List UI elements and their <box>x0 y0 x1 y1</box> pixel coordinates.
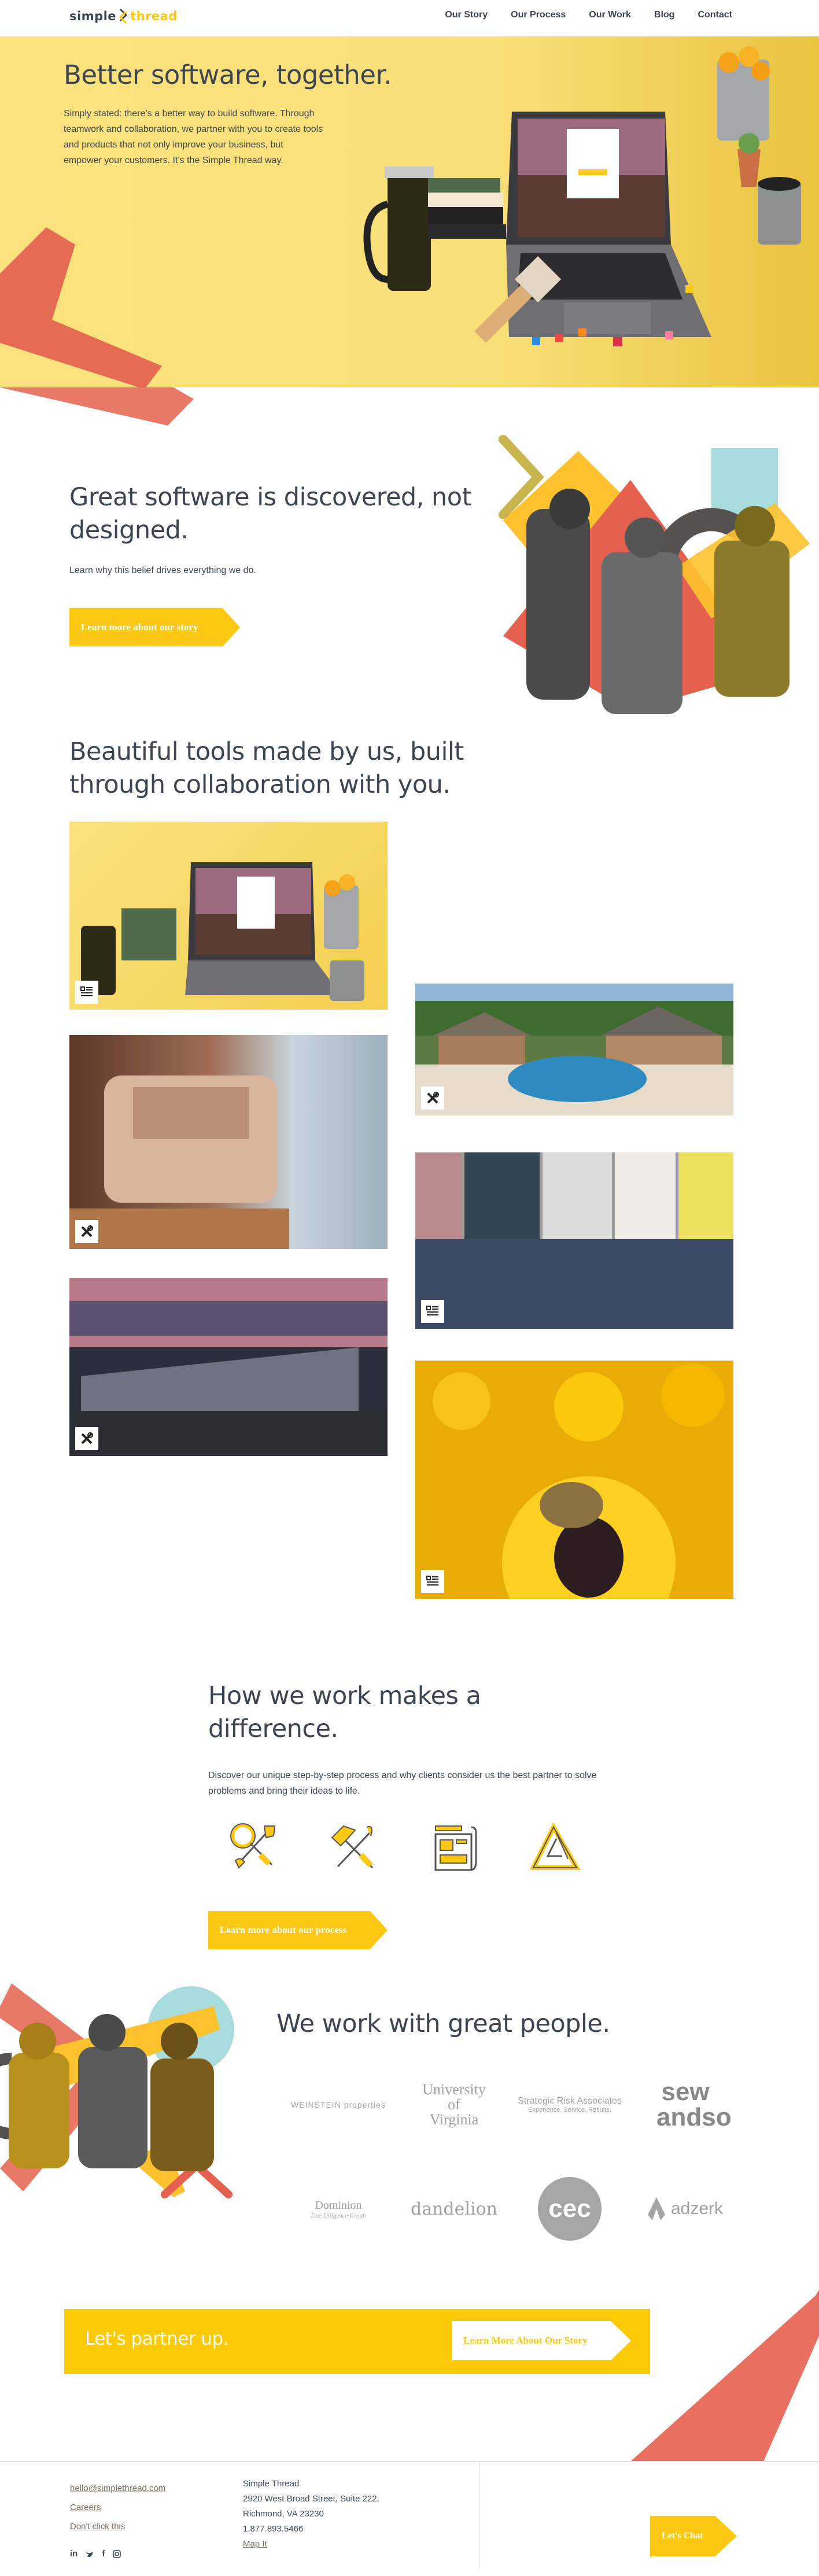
client-logo-sra: Strategic Risk Associates Experience. Se… <box>518 2096 622 2113</box>
portfolio-tile-pool[interactable] <box>415 984 733 1115</box>
instagram-icon[interactable] <box>113 2549 121 2558</box>
linkedin-icon[interactable]: in <box>70 2549 78 2559</box>
footer-company: Simple Thread <box>243 2479 300 2489</box>
portfolio-tile-bee[interactable] <box>415 1361 733 1599</box>
footer-careers-link[interactable]: Careers <box>70 2502 165 2514</box>
discover-icon <box>230 1823 276 1869</box>
footer-email-link[interactable]: hello@simplethread.com <box>70 2483 165 2494</box>
process-body: Discover our unique step-by-step process… <box>208 1771 597 1796</box>
adzerk-mark-icon <box>647 2197 665 2220</box>
footer-address: Simple Thread 2920 West Broad Street, Su… <box>243 2477 379 2552</box>
laptop-illustration <box>506 112 711 337</box>
site-logo[interactable]: simple thread <box>69 8 178 24</box>
plant-illustration <box>737 133 761 187</box>
hero-section: Better software, together. Simply stated… <box>0 36 819 387</box>
portfolio-tile-people[interactable] <box>415 1152 733 1329</box>
iterate-icon <box>530 1822 581 1870</box>
top-nav: simple thread Our Story Our Process Our … <box>0 0 819 36</box>
laptop-desk-photo <box>81 862 364 1001</box>
paymaster-machine-photo <box>69 1076 289 1249</box>
client-logo-sewandso: sew andso <box>656 2078 732 2131</box>
learn-story-button[interactable]: Learn more about our story <box>69 608 240 646</box>
main-nav: Our Story Our Process Our Work Blog Cont… <box>445 10 732 20</box>
bee-on-flower-photo <box>415 1361 733 1599</box>
people-standing-photo <box>415 1152 733 1329</box>
client-logo-weinstein: WEINSTEIN properties <box>291 2100 386 2109</box>
client-logo-dandelion: dandelion <box>411 2198 497 2219</box>
client-logo-cec: cec <box>512 2168 628 2249</box>
story-title: Great software is discovered, not design… <box>69 483 471 545</box>
article-icon <box>421 1570 444 1593</box>
social-links: in f <box>70 2549 121 2559</box>
french-press-illustration <box>363 167 434 291</box>
footer-map-link[interactable]: Map It <box>243 2539 267 2549</box>
red-slash-shape <box>630 2290 819 2462</box>
site-footer: hello@simplethread.com Careers Don't cli… <box>0 2461 819 2576</box>
footer-address-line2: Richmond, VA 23230 <box>243 2509 324 2519</box>
twitter-icon[interactable] <box>86 2550 94 2558</box>
hero-body: Simply stated: there’s a better way to b… <box>64 109 323 165</box>
footer-phone: 1.877.893.5466 <box>243 2524 304 2534</box>
tools-title: Beautiful tools made by us, built throug… <box>69 737 464 799</box>
facebook-icon[interactable]: f <box>102 2549 105 2559</box>
tools-icon <box>421 1086 444 1110</box>
red-chevron-tail <box>0 387 194 426</box>
portfolio-tile-townhouses[interactable] <box>69 1278 388 1456</box>
plan-icon <box>434 1825 477 1871</box>
team-collage-2 <box>0 1983 234 2198</box>
nav-our-story[interactable]: Our Story <box>445 10 488 20</box>
build-icon <box>331 1825 374 1869</box>
townhouses-dusk-photo <box>69 1278 388 1456</box>
client-logos: WEINSTEIN properties University of Virgi… <box>281 2064 743 2249</box>
partner-title: Let's partner up. <box>85 2329 229 2349</box>
process-icons <box>228 1821 582 1873</box>
tools-icon <box>75 1427 98 1450</box>
team-collage <box>499 435 810 714</box>
logo-thread-icon <box>119 8 128 24</box>
portfolio-tile-laptop[interactable] <box>69 822 388 1010</box>
article-icon <box>421 1300 444 1323</box>
partner-learn-button[interactable]: Learn More About Our Story <box>452 2321 631 2360</box>
lets-chat-button[interactable]: Let's Chat <box>650 2516 737 2556</box>
footer-address-line1: 2920 West Broad Street, Suite 222, <box>243 2494 379 2504</box>
process-title: How we work makes a difference. <box>208 1681 481 1743</box>
apartment-pool-photo <box>415 984 733 1115</box>
hero-photo <box>363 46 801 346</box>
mug-illustration <box>758 177 801 245</box>
story-body: Learn why this belief drives everything … <box>69 566 256 575</box>
nav-our-process[interactable]: Our Process <box>511 10 566 20</box>
footer-dont-click-link[interactable]: Don't click this <box>70 2521 165 2533</box>
portfolio-tile-paymaster[interactable] <box>69 1035 388 1249</box>
client-logo-uva: University of Virginia <box>422 2081 486 2128</box>
nav-blog[interactable]: Blog <box>654 10 675 20</box>
article-icon <box>75 981 98 1004</box>
tools-icon <box>75 1220 98 1243</box>
client-logo-adzerk: adzerk <box>628 2168 743 2249</box>
nav-contact[interactable]: Contact <box>698 10 732 20</box>
lemons-bucket-illustration <box>717 46 770 141</box>
red-chevron-shape <box>0 227 162 387</box>
nav-our-work[interactable]: Our Work <box>589 10 631 20</box>
client-logo-dominion: Dominion Due Diligence Group <box>311 2198 366 2219</box>
learn-process-button[interactable]: Learn more about our process <box>208 1911 388 1949</box>
logo-word-thread: thread <box>130 9 178 23</box>
footer-links: hello@simplethread.com Careers Don't cli… <box>70 2483 165 2533</box>
books-illustration <box>428 178 506 239</box>
clients-title: We work with great people. <box>276 2009 610 2038</box>
partner-banner: Let's partner up. Learn More About Our S… <box>64 2309 650 2374</box>
logo-word-simple: simple <box>69 9 117 23</box>
